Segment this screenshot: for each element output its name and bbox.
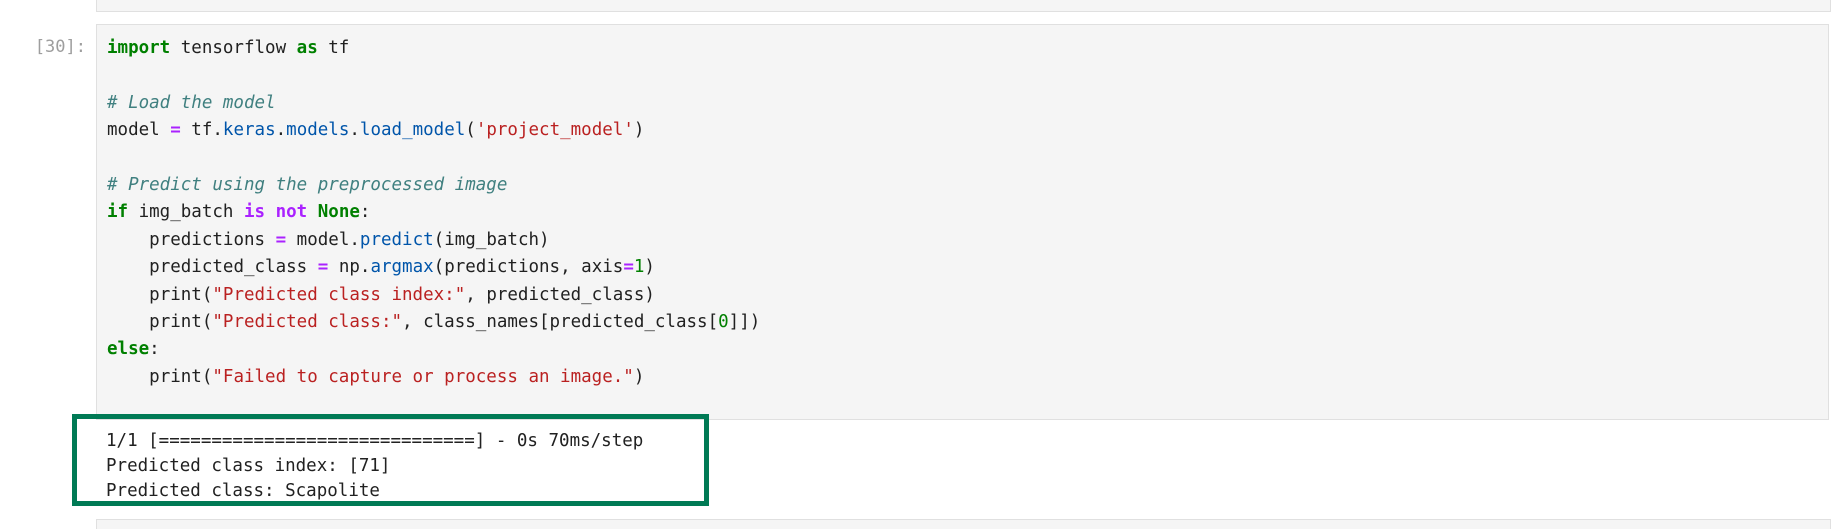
code-line-12: else: [107,336,760,363]
object: np. [328,257,371,278]
keyword-if: if [107,202,129,223]
output-class-name-line: Predicted class: Scapolite [106,481,380,501]
previous-cell[interactable] [96,0,1831,12]
code-line-13: print("Failed to capture or process an i… [107,364,760,391]
code-text[interactable]: import tensorflow as tf # Load the model m… [107,35,760,391]
code-comment: # Load the model [107,92,276,113]
code-line-4: model = tf.keras.models.load_model('proj… [107,117,760,144]
number-literal: 1 [633,257,645,278]
arguments: (img_batch) [433,229,550,250]
variable: model [107,120,171,141]
code-line-9: predicted_class = np.argmax(predictions,… [107,254,760,281]
function-call: print( [149,366,213,387]
function-call: print( [149,311,213,332]
variable: predictions [149,229,276,250]
code-comment: # Predict using the preprocessed image [107,174,508,195]
code-cell-editor[interactable]: import tensorflow as tf # Load the model m… [96,24,1829,420]
next-cell[interactable] [96,519,1831,529]
object: model. [286,229,360,250]
arguments: (predictions, axis [433,257,624,278]
notebook-page: [30]: import tensorflow as tf # Load the … [0,0,1845,529]
code-line-6: # Predict using the preprocessed image [107,172,760,199]
function-call: predict [359,229,434,250]
operator: = [317,257,329,278]
string-literal: "Predicted class:" [212,311,403,332]
code-line-11: print("Predicted class:", class_names[pr… [107,309,760,336]
cell-execution-count: [30]: [34,37,86,57]
attribute: keras [222,120,276,141]
object: tf. [180,120,223,141]
function-call: argmax [370,257,434,278]
cell-output: 1/1 [==============================] - 0… [106,429,643,504]
paren: ( [465,120,476,141]
keyword-not: not [275,202,308,223]
keyword-is: is [243,202,266,223]
arguments: ]]) [728,311,761,332]
variable: predicted_class [149,257,318,278]
operator: = [170,120,181,141]
module-name: tensorflow [170,38,297,58]
colon: : [149,339,160,360]
colon: : [359,202,371,223]
output-progress-line: 1/1 [==============================] - 0… [106,431,644,451]
operator: = [275,229,287,250]
string-literal: "Predicted class index:" [212,284,466,305]
dot: . [275,120,287,141]
paren: ) [633,366,645,387]
code-line-8: predictions = model.predict(img_batch) [107,227,760,254]
function-call: print( [149,284,213,305]
paren: ) [644,257,655,278]
arguments: , predicted_class) [465,284,655,305]
string-literal: "Failed to capture or process an image." [212,366,634,387]
keyword-as: as [296,38,318,58]
variable: img_batch [128,202,244,223]
keyword-else: else [107,339,150,360]
number-literal: 0 [718,311,729,332]
function-call: load_model [359,120,466,141]
module-alias: tf [317,38,350,58]
attribute: models [286,120,350,141]
code-line-1: import tensorflow as tf [107,35,760,62]
keyword-none: None [317,202,360,223]
paren: ) [633,120,645,141]
code-line-3: # Load the model [107,90,760,117]
dot: . [349,120,360,141]
operator: = [623,257,634,278]
code-line-10: print("Predicted class index:", predicte… [107,282,760,309]
code-line-7: if img_batch is not None: [107,199,760,226]
string-literal: 'project_model' [475,120,634,141]
keyword-import: import [107,38,171,58]
output-class-index-line: Predicted class index: [71] [106,456,391,476]
arguments: , class_names[predicted_class[ [402,311,719,332]
